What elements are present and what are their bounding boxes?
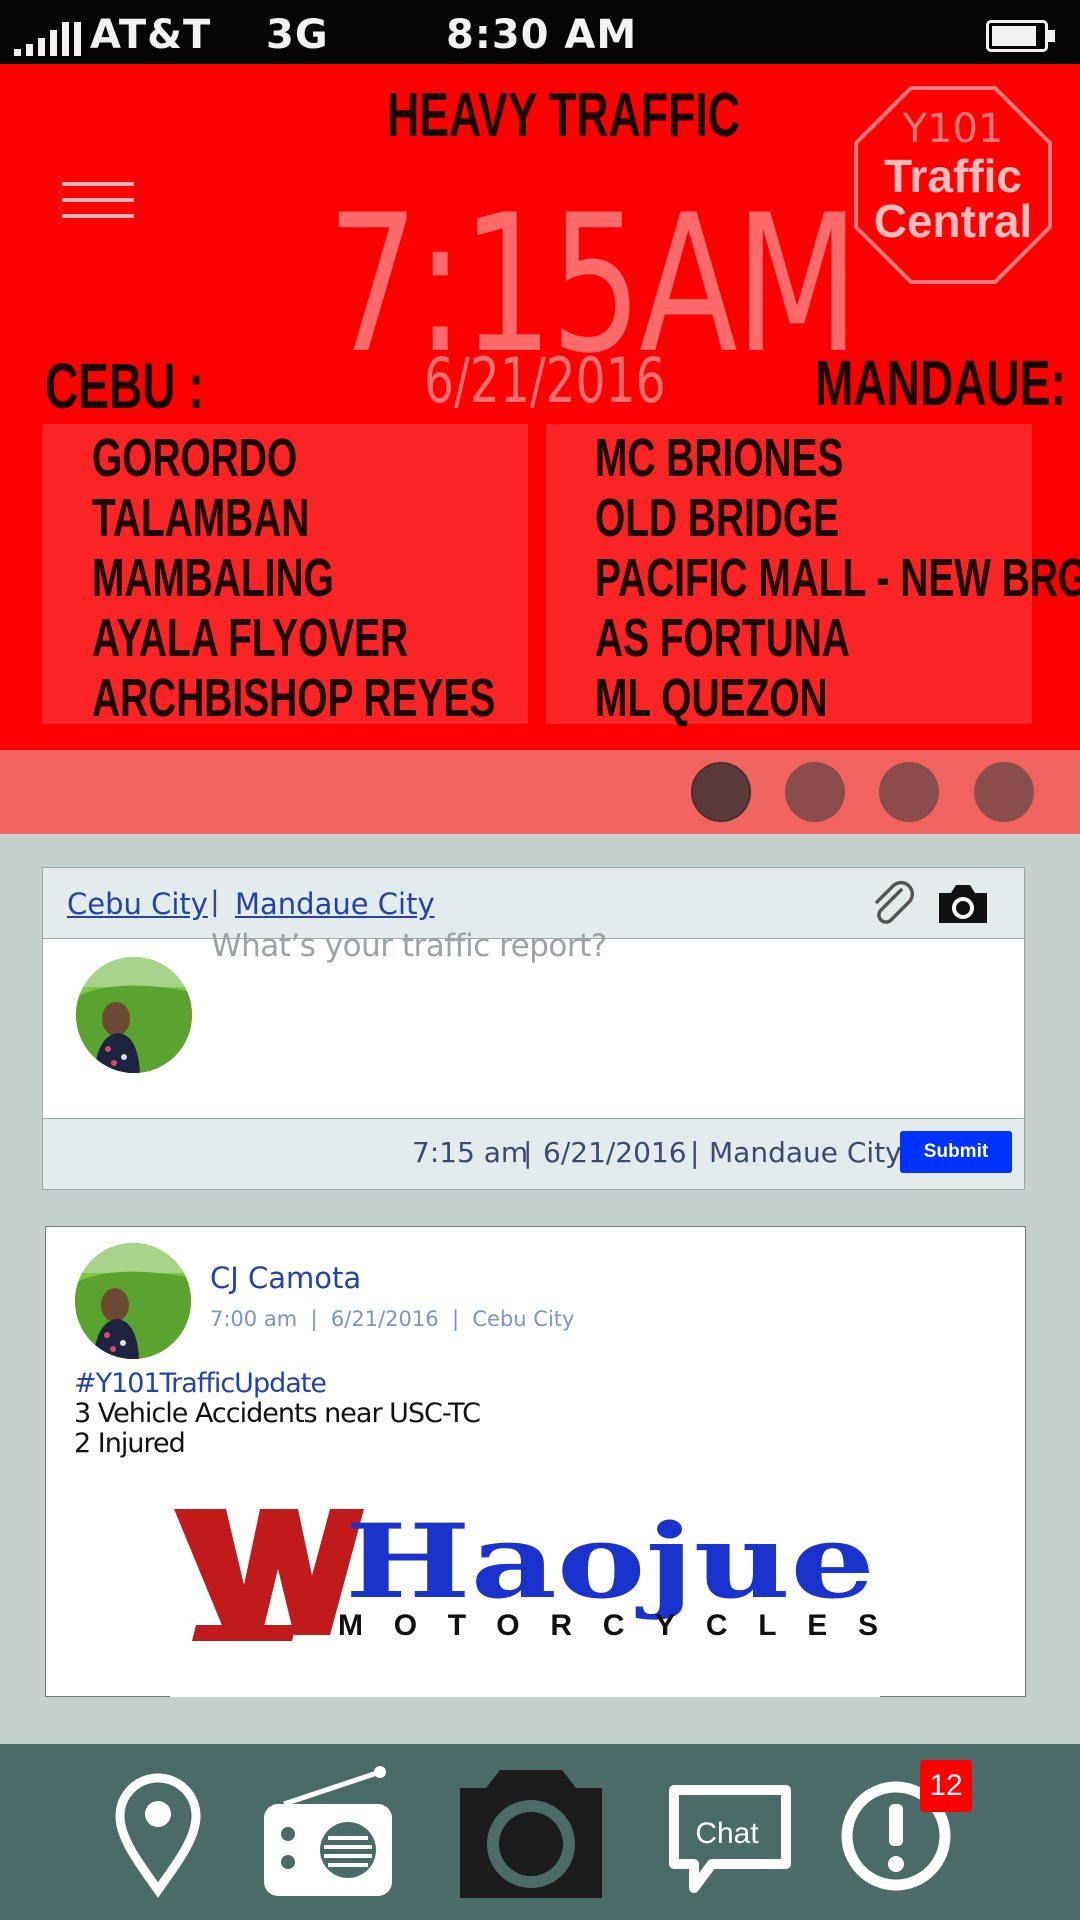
compose-date: 6/21/2016	[543, 1136, 687, 1169]
report-date: 6/21/2016	[424, 344, 666, 417]
route-item: OLD BRIDGE	[595, 488, 840, 548]
compose-city: Mandaue City	[709, 1136, 902, 1169]
chat-icon[interactable]: Chat	[664, 1744, 794, 1920]
battery-icon	[986, 20, 1056, 52]
route-item: PACIFIC MALL - NEW BRG	[595, 548, 1080, 608]
page-dot[interactable]	[974, 762, 1034, 822]
y101-traffic-central-logo: Y101 Traffic Central	[852, 84, 1054, 286]
cebu-city-link[interactable]: Cebu City	[67, 887, 208, 921]
mandaue-routes: MC BRIONES OLD BRIDGE PACIFIC MALL - NEW…	[546, 424, 1080, 728]
cebu-routes: GORORDO TALAMBAN MAMBALING AYALA FLYOVER…	[42, 424, 528, 728]
cebu-label: CEBU :	[45, 350, 204, 422]
post-text-line: 2 Injured	[74, 1428, 186, 1459]
route-item: ARCHBISHOP REYES	[92, 668, 496, 728]
network-type: 3G	[266, 12, 329, 58]
submit-button[interactable]: Submit	[900, 1131, 1012, 1173]
route-item: AYALA FLYOVER	[92, 608, 409, 668]
traffic-report-input[interactable]	[211, 920, 991, 972]
compose-report-card: Cebu City | Mandaue City 7:15 am	[42, 867, 1025, 1190]
route-item: MC BRIONES	[595, 428, 844, 488]
mandaue-city-link[interactable]: Mandaue City	[235, 887, 435, 921]
location-pin-icon[interactable]	[108, 1744, 208, 1920]
bottom-navigation: Chat 12	[0, 1744, 1080, 1920]
post-author[interactable]: CJ Camota	[210, 1261, 361, 1295]
user-avatar	[76, 957, 192, 1073]
meta-separator: |	[523, 1136, 533, 1169]
meta-separator: |	[690, 1136, 700, 1169]
svg-text:Central: Central	[874, 195, 1032, 247]
camera-icon[interactable]	[456, 1744, 606, 1920]
compose-time: 7:15 am	[412, 1136, 529, 1169]
author-avatar	[75, 1243, 191, 1359]
signal-icon	[14, 0, 81, 64]
radio-icon[interactable]	[258, 1744, 394, 1920]
mandaue-label: MANDAUE:	[815, 347, 1066, 419]
route-item: TALAMBAN	[92, 488, 310, 548]
post-meta: 7:00 am | 6/21/2016 | Cebu City	[210, 1307, 575, 1331]
post-hashtag[interactable]: #Y101TrafficUpdate	[74, 1368, 327, 1399]
notification-badge: 12	[920, 1760, 972, 1812]
post-text-line: 3 Vehicle Accidents near USC-TC	[74, 1398, 481, 1429]
camera-icon[interactable]	[935, 881, 991, 925]
traffic-post: CJ Camota 7:00 am | 6/21/2016 | Cebu Cit…	[45, 1226, 1026, 1697]
haojue-motorcycles-ad[interactable]: Haojue MOTORCYCLES	[170, 1497, 880, 1697]
link-separator: |	[211, 885, 219, 918]
compose-footer: 7:15 am | 6/21/2016 | Mandaue City Submi…	[43, 1118, 1024, 1189]
status-bar: AT&T 3G 8:30 AM	[0, 0, 1080, 64]
chat-label: Chat	[695, 1817, 759, 1850]
page-indicator	[0, 750, 1080, 834]
page-dot[interactable]	[879, 762, 939, 822]
route-item: ML QUEZON	[595, 668, 828, 728]
ad-brand: Haojue	[345, 1502, 875, 1622]
menu-icon[interactable]	[62, 182, 134, 222]
traffic-board: HEAVY TRAFFIC 7:15AM 6/21/2016 Y101 Traf…	[0, 64, 1080, 750]
page-dot-active[interactable]	[691, 762, 751, 822]
traffic-status-title: HEAVY TRAFFIC	[387, 81, 741, 150]
svg-text:Y101: Y101	[902, 106, 1004, 152]
carrier-name: AT&T	[90, 12, 212, 58]
route-item: AS FORTUNA	[595, 608, 850, 668]
route-item: GORORDO	[92, 428, 298, 488]
clock: 8:30 AM	[446, 12, 638, 58]
page-dot[interactable]	[785, 762, 845, 822]
route-item: MAMBALING	[92, 548, 334, 608]
